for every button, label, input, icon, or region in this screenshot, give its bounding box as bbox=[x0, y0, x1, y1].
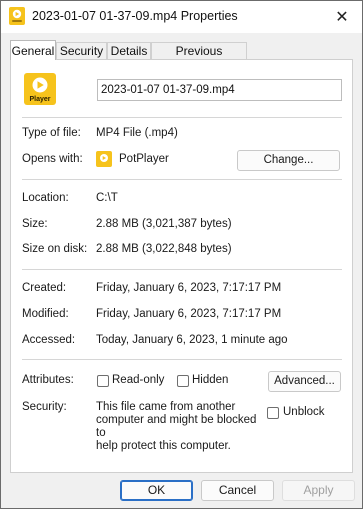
separator bbox=[22, 269, 342, 270]
unblock-label[interactable]: Unblock bbox=[283, 406, 325, 418]
tab-details[interactable]: Details bbox=[107, 42, 151, 59]
potplayer-icon: Player bbox=[24, 73, 56, 105]
security-message-line: computer and might be blocked to bbox=[96, 414, 257, 439]
security-message: This file came from another computer and… bbox=[96, 401, 266, 453]
apply-button[interactable]: Apply bbox=[282, 480, 355, 501]
accessed-value: Today, January 6, 2023, 1 minute ago bbox=[96, 334, 288, 346]
advanced-button[interactable]: Advanced... bbox=[268, 371, 341, 392]
modified-value: Friday, January 6, 2023, 7:17:17 PM bbox=[96, 308, 282, 320]
readonly-checkbox[interactable] bbox=[97, 375, 109, 387]
tab-security[interactable]: Security bbox=[56, 42, 107, 59]
created-label: Created: bbox=[22, 282, 67, 294]
security-message-line: help protect this computer. bbox=[96, 440, 231, 452]
size-on-disk-label: Size on disk: bbox=[22, 243, 88, 255]
type-of-file-label: Type of file: bbox=[22, 127, 81, 139]
size-on-disk-value: 2.88 MB (3,022,848 bytes) bbox=[96, 243, 232, 255]
hidden-label[interactable]: Hidden bbox=[192, 374, 228, 386]
created-value: Friday, January 6, 2023, 7:17:17 PM bbox=[96, 282, 282, 294]
type-of-file-value: MP4 File (.mp4) bbox=[96, 127, 178, 139]
title-bar[interactable]: 2023-01-07 01-37-09.mp4 Properties ✕ bbox=[1, 1, 362, 33]
properties-dialog: 2023-01-07 01-37-09.mp4 Properties ✕ Gen… bbox=[0, 0, 363, 509]
accessed-label: Accessed: bbox=[22, 334, 76, 346]
potplayer-small-icon bbox=[96, 151, 112, 167]
security-label: Security: bbox=[22, 401, 67, 413]
general-panel: Player Type of file: MP4 File (.mp4) Ope… bbox=[10, 59, 353, 473]
opens-with-value: PotPlayer bbox=[119, 153, 169, 165]
security-message-line: This file came from another bbox=[96, 401, 236, 413]
size-value: 2.88 MB (3,021,387 bytes) bbox=[96, 218, 232, 230]
cancel-button[interactable]: Cancel bbox=[201, 480, 274, 501]
hidden-checkbox[interactable] bbox=[177, 375, 189, 387]
attributes-label: Attributes: bbox=[22, 374, 74, 386]
readonly-label[interactable]: Read-only bbox=[112, 374, 164, 386]
separator bbox=[22, 117, 342, 118]
tab-previous-versions[interactable]: Previous Versions bbox=[151, 42, 247, 75]
opens-with-label: Opens with: bbox=[22, 153, 83, 165]
change-button[interactable]: Change... bbox=[237, 150, 340, 171]
ok-button[interactable]: OK bbox=[120, 480, 193, 501]
location-label: Location: bbox=[22, 192, 69, 204]
close-button[interactable]: ✕ bbox=[322, 1, 362, 33]
tab-general[interactable]: General bbox=[10, 40, 56, 60]
window-title: 2023-01-07 01-37-09.mp4 Properties bbox=[32, 9, 238, 23]
modified-label: Modified: bbox=[22, 308, 69, 320]
close-icon: ✕ bbox=[335, 9, 349, 26]
separator bbox=[22, 359, 342, 360]
filename-input[interactable] bbox=[97, 79, 342, 101]
unblock-checkbox[interactable] bbox=[267, 407, 279, 419]
size-label: Size: bbox=[22, 218, 48, 230]
location-value: C:\T bbox=[96, 192, 118, 204]
potplayer-title-icon bbox=[9, 7, 25, 25]
separator bbox=[22, 179, 342, 180]
potplayer-icon-label: Player bbox=[29, 96, 50, 103]
